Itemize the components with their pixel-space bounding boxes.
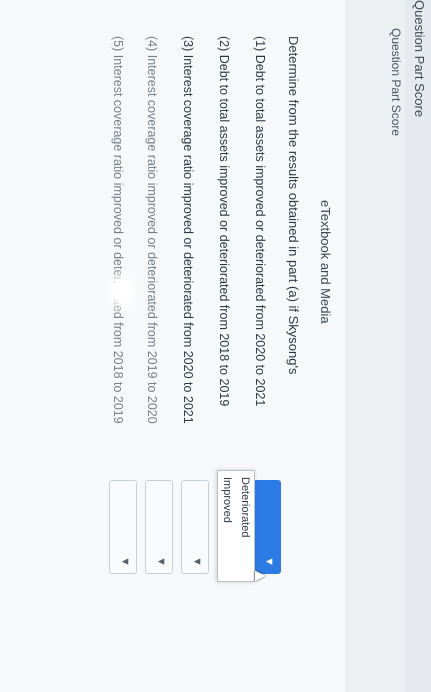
select-item-5[interactable]: ▼: [109, 480, 137, 574]
question-item-4: (4) Interest coverage ratio improved or …: [145, 36, 159, 424]
question-part-score-label: Question Part Score: [389, 28, 403, 137]
question-item-5: (5) Interest coverage ratio improved or …: [111, 36, 125, 424]
chevron-down-icon: ▼: [155, 556, 167, 567]
etextbook-link[interactable]: eTextbook and Media: [318, 200, 333, 324]
page: Question Part Score Question Part Score …: [0, 0, 431, 692]
question-item-2: (2) Debt to total assets improved or det…: [217, 36, 231, 407]
question-item-1: (1) Debt to total assets improved or det…: [253, 36, 267, 407]
select-dropdown-menu: Deteriorated Improved: [217, 470, 255, 582]
option-deteriorated[interactable]: Deteriorated: [236, 471, 254, 581]
chevron-down-icon: ▼: [119, 556, 131, 567]
question-item-3: (3) Interest coverage ratio improved or …: [181, 36, 195, 424]
mouse-pointer-icon: ▲: [251, 567, 271, 585]
select-item-4[interactable]: ▼: [145, 480, 173, 574]
header-bar: Question Part Score: [405, 0, 431, 692]
chevron-down-icon: ▼: [191, 556, 203, 567]
light-glare: [113, 278, 131, 304]
side-panel: Question Part Score Question Part Score: [345, 0, 431, 692]
page-title: Question Part Score: [412, 0, 427, 118]
question-prompt: Determine from the results obtained in p…: [286, 36, 301, 375]
select-item-3[interactable]: ▼: [181, 480, 209, 574]
chevron-down-icon: ▼: [263, 556, 275, 567]
option-improved[interactable]: Improved: [218, 471, 236, 581]
select-item-1[interactable]: ▼: [253, 480, 281, 574]
